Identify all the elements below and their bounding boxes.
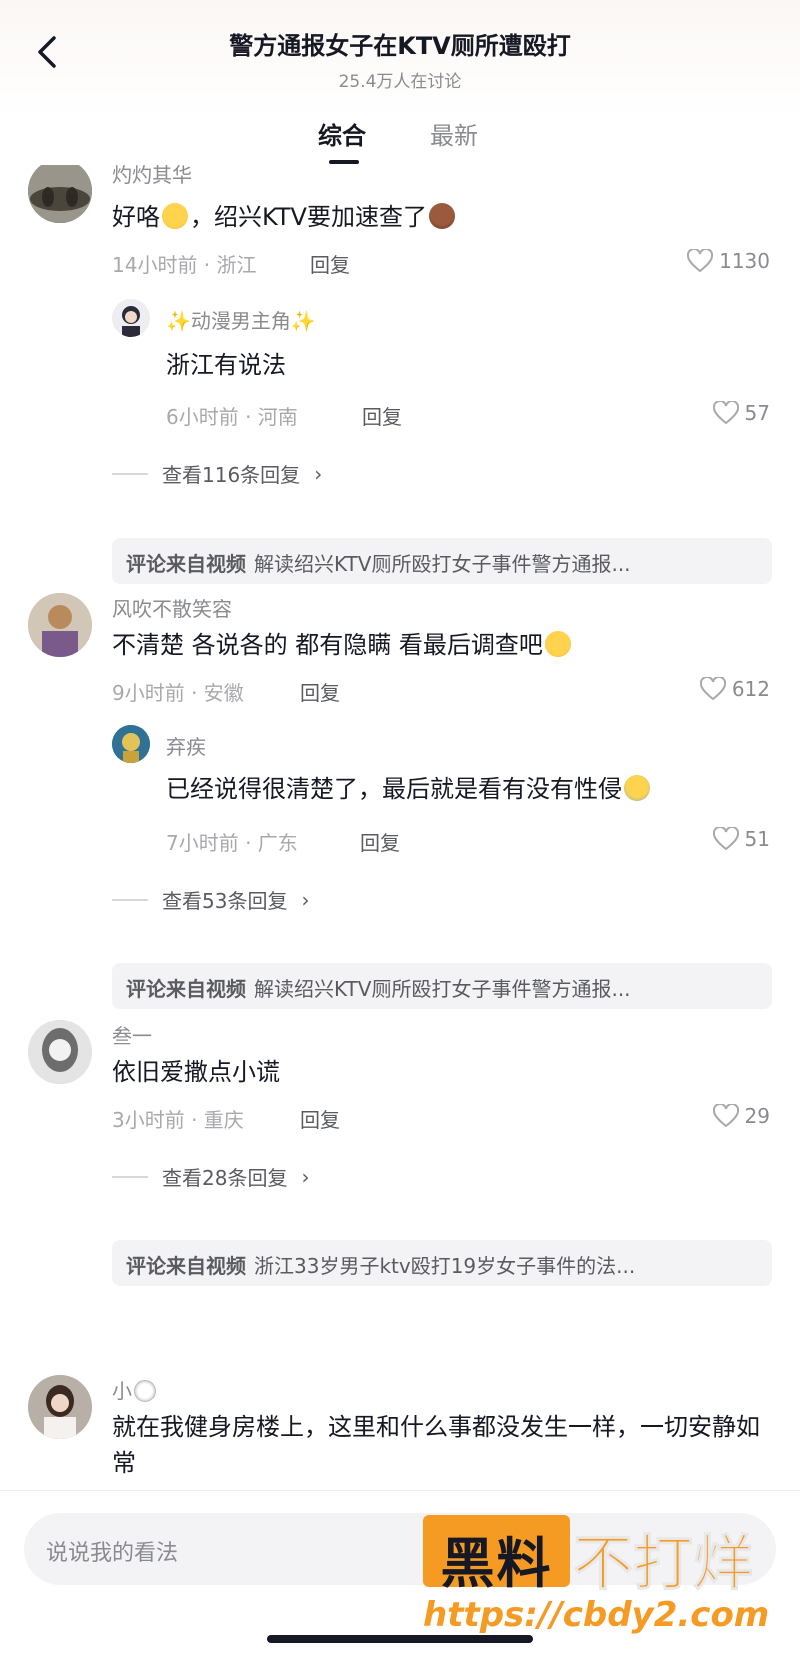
comment-text: 不清楚 各说各的 都有隐瞒 看最后调查吧 (112, 627, 762, 663)
avatar-image (28, 165, 92, 223)
comment-username[interactable]: 风吹不散笑容 (112, 593, 232, 622)
avatar-image (28, 593, 92, 657)
like-button[interactable]: 51 (712, 827, 770, 851)
like-button[interactable]: 612 (699, 677, 770, 701)
like-count: 51 (744, 827, 770, 851)
chevron-right-icon: › (301, 887, 310, 912)
header: 警方通报女子在KTV厕所遭殴打 25.4万人在讨论 综合 最新 (0, 0, 800, 165)
heart-icon (699, 677, 726, 701)
blush-emoji-icon (162, 203, 188, 229)
reply-text: 浙江有说法 (166, 351, 286, 379)
cow-emoji-icon (134, 1380, 156, 1402)
source-label: 评论来自视频 (126, 552, 246, 576)
watermark-logo-text: 黑料 (440, 1532, 553, 1595)
source-title: 解读绍兴KTV厕所殴打女子事件警方通报... (254, 552, 631, 576)
divider (112, 1175, 148, 1178)
source-video-link[interactable]: 评论来自视频 解读绍兴KTV厕所殴打女子事件警方通报... (112, 538, 772, 584)
tab-bar: 综合 最新 (0, 116, 800, 166)
like-count: 57 (744, 401, 770, 425)
reply-button[interactable]: 回复 (362, 401, 402, 430)
comment-username[interactable]: 灼灼其华 (112, 165, 192, 188)
avatar[interactable] (28, 593, 92, 657)
comment-meta: 14小时前 · 浙江 (112, 253, 257, 277)
heart-icon (712, 1104, 739, 1128)
reply-meta: 7小时前 · 广东 (166, 831, 298, 855)
like-count: 29 (744, 1104, 770, 1128)
page-title: 警方通报女子在KTV厕所遭殴打 (229, 32, 571, 60)
poop-emoji-icon (428, 203, 455, 229)
avatar[interactable] (28, 1375, 92, 1439)
comment-username[interactable]: 叁一 (112, 1020, 152, 1049)
source-label: 评论来自视频 (126, 1254, 246, 1278)
comment-text-part: 不清楚 各说各的 都有隐瞒 看最后调查吧 (112, 631, 543, 659)
divider (112, 898, 148, 901)
view-replies-label: 查看53条回复 (162, 889, 288, 913)
comment-text: 依旧爱撒点小谎 (112, 1058, 280, 1086)
view-replies-label: 查看116条回复 (162, 463, 301, 487)
source-title: 浙江33岁男子ktv殴打19岁女子事件的法... (254, 1254, 636, 1278)
active-tab-indicator (329, 160, 359, 164)
reply-avatar[interactable] (112, 725, 150, 763)
source-video-link[interactable]: 评论来自视频 浙江33岁男子ktv殴打19岁女子事件的法... (112, 1240, 772, 1286)
heart-icon (687, 249, 714, 273)
avatar-image (28, 1020, 92, 1084)
comment-feed[interactable]: 灼灼其华 好咯 ，绍兴KTV要加速查了 14小时前 · 浙江 回复 1130 ✨动… (0, 165, 800, 1490)
comment-text-part: ，绍兴KTV要加速查了 (190, 203, 427, 231)
comment-meta: 9小时前 · 安徽 (112, 681, 244, 705)
like-button[interactable]: 1130 (687, 249, 770, 273)
avatar[interactable] (28, 1020, 92, 1084)
comment-meta: 3小时前 · 重庆 (112, 1108, 244, 1132)
source-label: 评论来自视频 (126, 977, 246, 1001)
like-button[interactable]: 57 (712, 401, 770, 425)
comment-username[interactable]: 小 (112, 1375, 158, 1404)
heart-icon (712, 827, 739, 851)
view-replies-label: 查看28条回复 (162, 1166, 288, 1190)
divider (112, 472, 148, 475)
crying-emoji-icon (624, 775, 650, 801)
reply-button[interactable]: 回复 (300, 1104, 340, 1133)
avatar-image (28, 1375, 92, 1439)
reply-text-part: 已经说得很清楚了，最后就是看有没有性侵 (166, 775, 622, 803)
comment-text: 好咯 ，绍兴KTV要加速查了 (112, 199, 762, 235)
reply-username[interactable]: ✨动漫男主角✨ (166, 305, 316, 334)
like-count: 1130 (719, 249, 770, 273)
comment-text-part: 好咯 (112, 203, 160, 231)
reply-button[interactable]: 回复 (300, 677, 340, 706)
source-video-link[interactable]: 评论来自视频 解读绍兴KTV厕所殴打女子事件警方通报... (112, 963, 772, 1009)
reply-username[interactable]: 弃疾 (166, 731, 206, 760)
reply-button[interactable]: 回复 (310, 249, 350, 278)
thinking-emoji-icon (544, 631, 571, 657)
reply-button[interactable]: 回复 (360, 827, 400, 856)
bottom-bar: 说说我的看法 黑料 不打烊 https://cbdy2.com (0, 1490, 800, 1659)
chevron-right-icon: › (314, 461, 323, 486)
title-block: 警方通报女子在KTV厕所遭殴打 25.4万人在讨论 (0, 26, 800, 92)
tab-latest[interactable]: 最新 (430, 116, 478, 151)
source-title: 解读绍兴KTV厕所殴打女子事件警方通报... (254, 977, 631, 1001)
watermark-text: 不打烊 (573, 1529, 754, 1600)
reply-meta: 6小时前 · 河南 (166, 405, 298, 429)
heart-icon (712, 401, 739, 425)
home-indicator[interactable] (267, 1635, 533, 1643)
reply-text: 已经说得很清楚了，最后就是看有没有性侵 (166, 771, 800, 807)
comment-text: 就在我健身房楼上，这里和什么事都没发生一样，一切安静如常 (112, 1413, 760, 1477)
username-text: 小 (112, 1379, 132, 1403)
watermark-url: https://cbdy2.com (423, 1595, 770, 1635)
view-replies-button[interactable]: 查看116条回复 › (112, 459, 322, 488)
avatar-image (112, 299, 150, 337)
view-replies-button[interactable]: 查看28条回复 › (112, 1162, 309, 1191)
avatar-image (112, 725, 150, 763)
like-button[interactable]: 29 (712, 1104, 770, 1128)
like-count: 612 (731, 677, 770, 701)
avatar[interactable] (28, 165, 92, 223)
discussion-count: 25.4万人在讨论 (338, 72, 462, 92)
view-replies-button[interactable]: 查看53条回复 › (112, 885, 309, 914)
tab-comprehensive[interactable]: 综合 (318, 116, 366, 151)
chevron-right-icon: › (301, 1164, 310, 1189)
reply-avatar[interactable] (112, 299, 150, 337)
watermark-logo-box: 黑料 (423, 1515, 570, 1595)
